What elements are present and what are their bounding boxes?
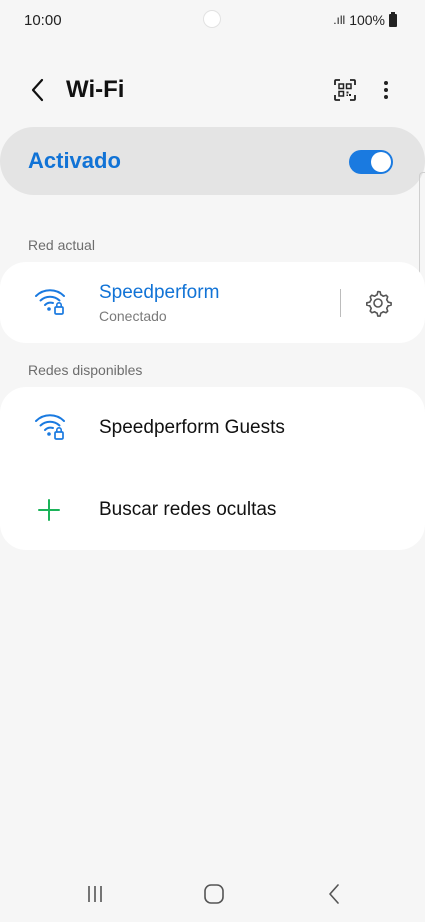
qr-code-icon — [334, 79, 356, 101]
current-network-name: Speedperform — [99, 282, 220, 303]
available-network-row[interactable]: Speedperform Guests — [0, 387, 425, 469]
available-networks-card: Speedperform Guests Buscar redes ocultas — [0, 387, 425, 550]
recent-apps-button[interactable] — [75, 880, 115, 908]
wifi-toggle-switch[interactable] — [349, 150, 393, 174]
add-hidden-network-label: Buscar redes ocultas — [99, 499, 277, 520]
battery-icon — [389, 11, 397, 27]
page-title: Wi-Fi — [66, 76, 125, 103]
status-right: .ıll 100% — [333, 11, 397, 28]
available-network-name: Speedperform Guests — [99, 417, 285, 438]
signal-icon: .ıll — [333, 13, 346, 27]
status-bar: 10:00 .ıll 100% — [0, 0, 425, 40]
home-icon — [204, 884, 224, 904]
gear-icon — [366, 290, 392, 317]
current-network-row[interactable]: Speedperform Conectado — [0, 262, 425, 343]
qr-code-button[interactable] — [329, 74, 361, 106]
more-options-button[interactable] — [372, 74, 400, 106]
recent-apps-icon — [88, 886, 102, 902]
wifi-master-label: Activado — [28, 148, 121, 173]
back-icon — [329, 884, 339, 904]
battery-percent: 100% — [349, 12, 385, 28]
current-network-card: Speedperform Conectado — [0, 262, 425, 343]
home-button[interactable] — [194, 880, 234, 908]
more-vertical-icon — [384, 81, 388, 99]
add-hidden-network-row[interactable]: Buscar redes ocultas — [0, 469, 425, 550]
switch-knob — [371, 152, 391, 172]
section-label-current: Red actual — [28, 237, 95, 253]
status-time: 10:00 — [24, 12, 62, 29]
app-header: Wi-Fi — [0, 66, 425, 114]
back-button[interactable] — [22, 74, 54, 106]
network-settings-button[interactable] — [361, 286, 395, 320]
wifi-locked-icon — [35, 414, 65, 440]
current-network-status: Conectado — [99, 308, 167, 324]
section-label-available: Redes disponibles — [28, 362, 143, 378]
camera-cutout — [203, 10, 221, 28]
row-divider — [340, 289, 341, 317]
chevron-left-icon — [31, 78, 44, 102]
wifi-master-switch-row[interactable]: Activado — [0, 127, 425, 195]
system-nav-bar — [0, 866, 425, 922]
nav-back-button[interactable] — [314, 880, 354, 908]
wifi-locked-icon — [35, 289, 65, 315]
plus-icon — [38, 499, 60, 521]
